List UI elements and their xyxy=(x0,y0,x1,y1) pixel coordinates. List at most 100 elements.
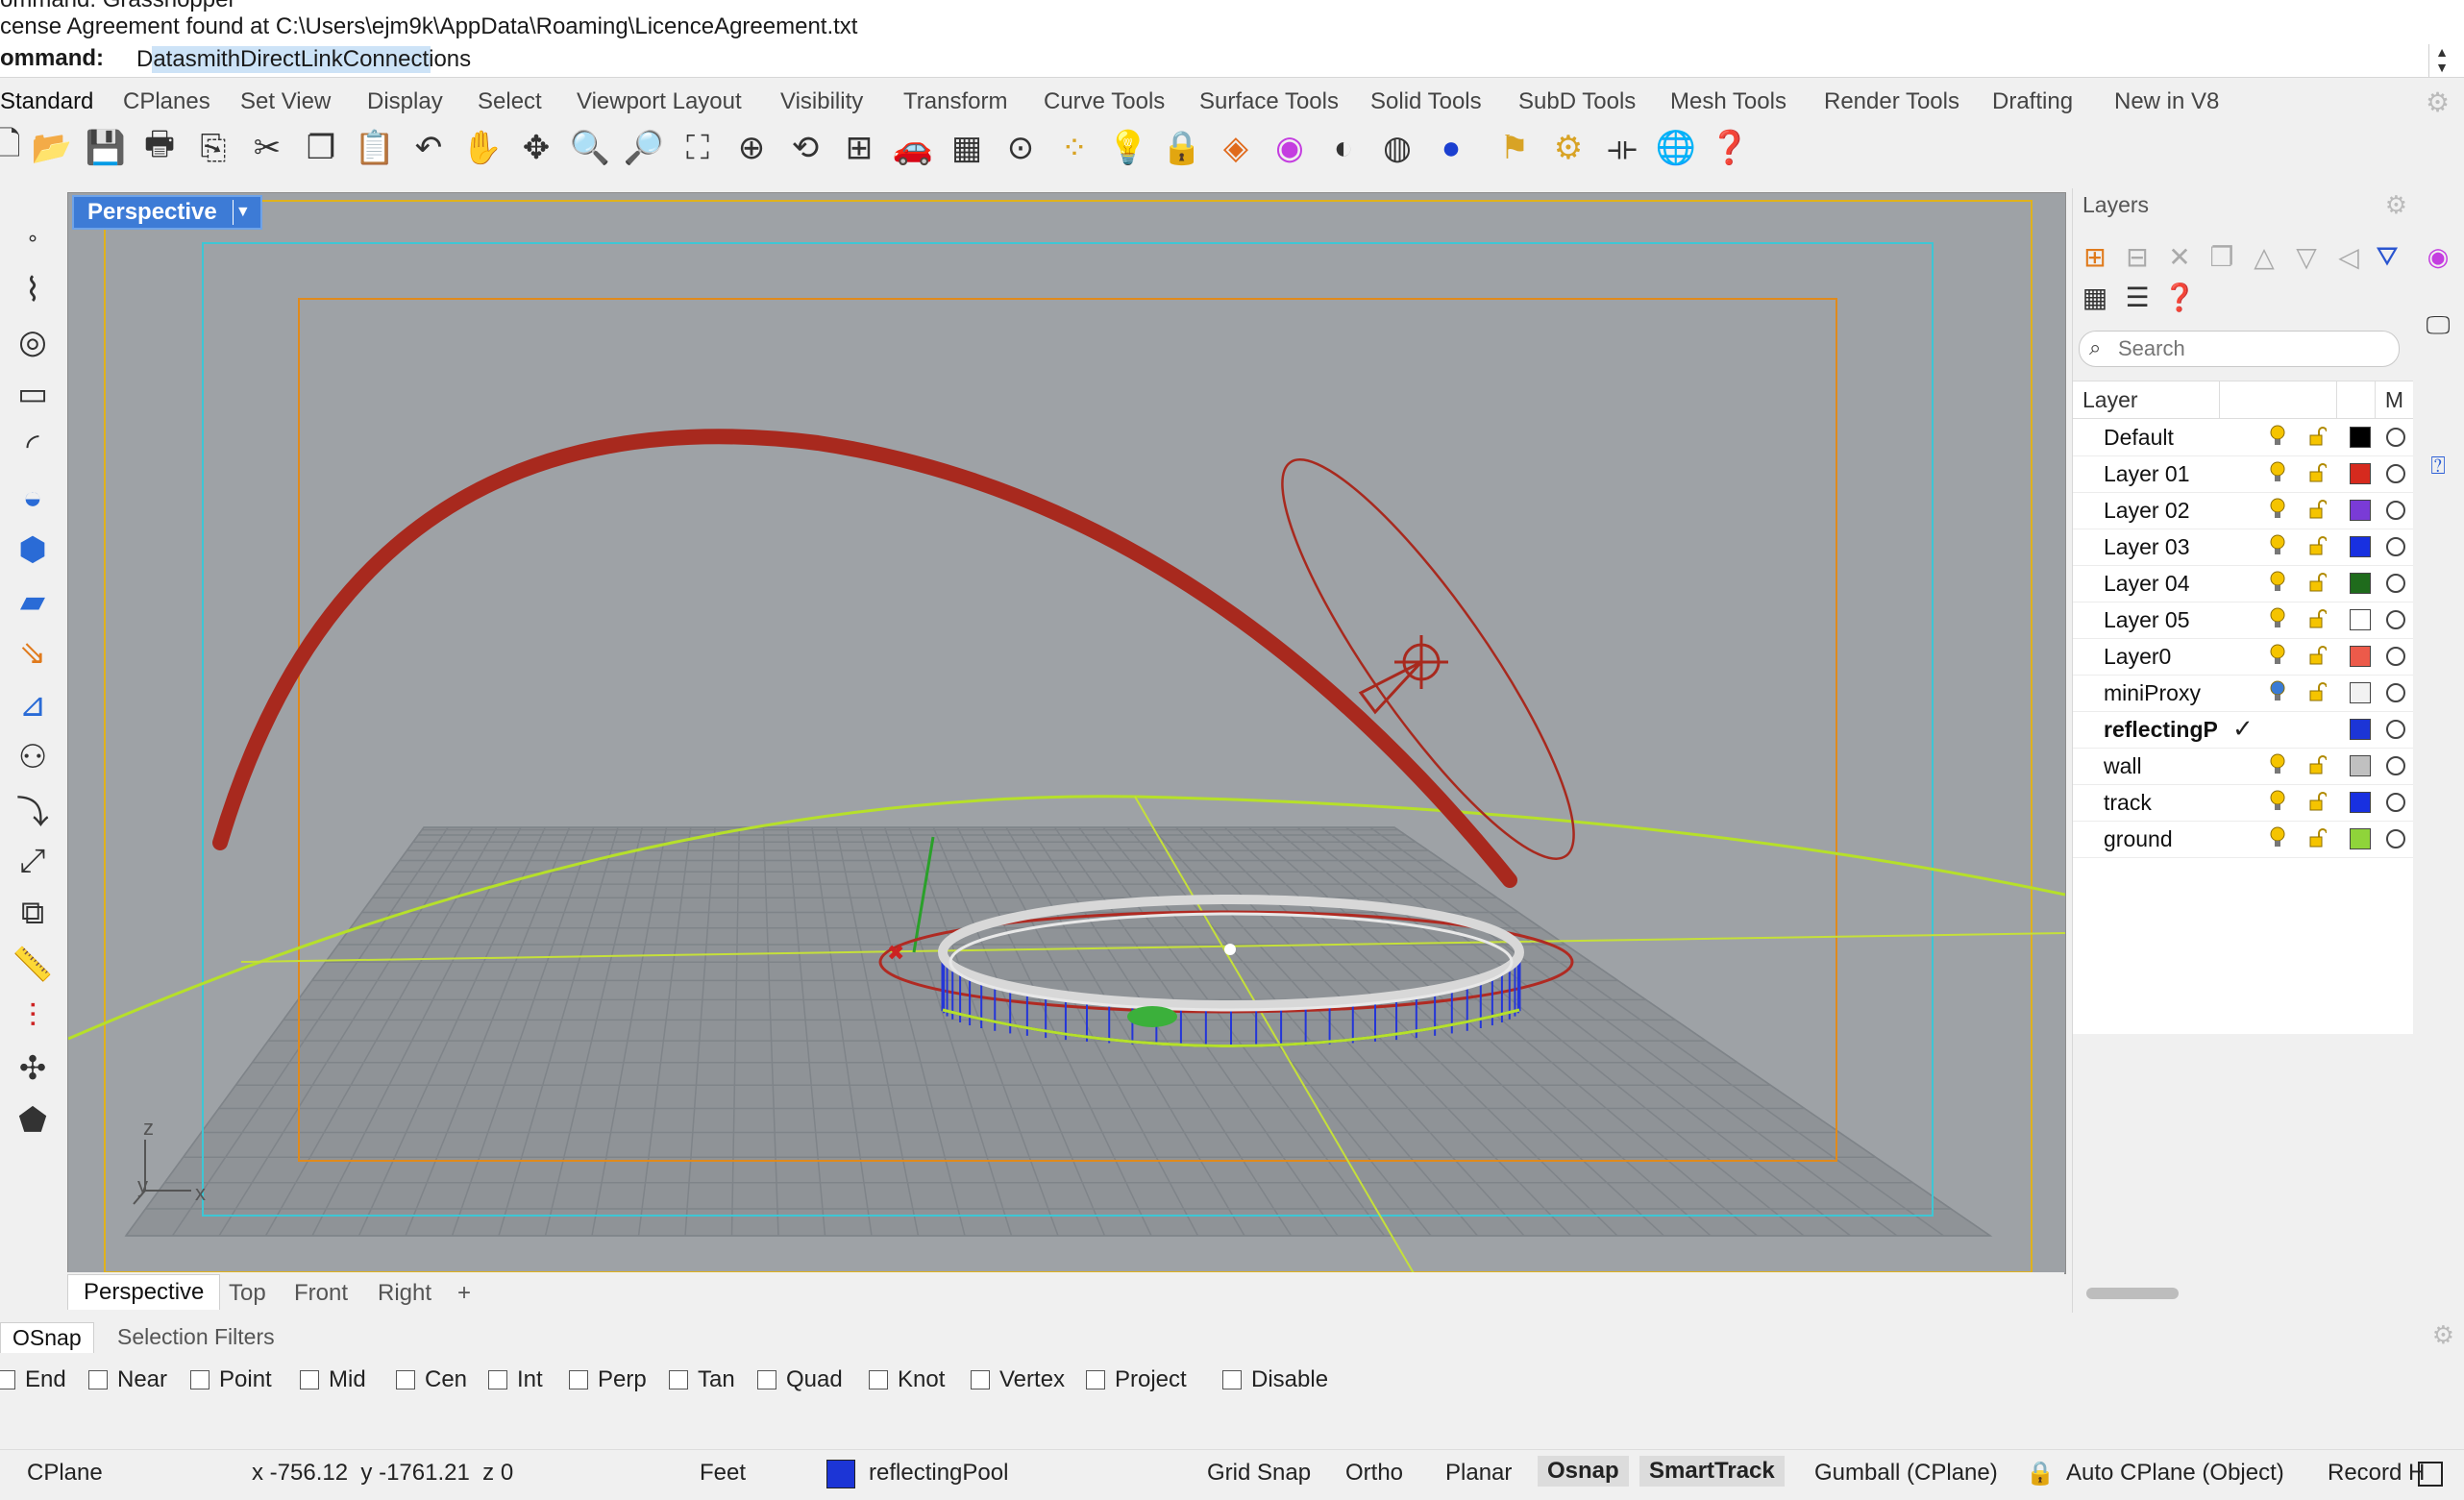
unlocked-icon[interactable] xyxy=(2309,572,2327,593)
light-bulb-icon[interactable] xyxy=(2269,425,2286,448)
print-icon[interactable]: 🖶 xyxy=(138,126,181,169)
new-sublayer-icon[interactable]: ⊟ xyxy=(2121,240,2154,273)
panel-toggle-icon[interactable] xyxy=(2418,1462,2443,1487)
tab-display[interactable]: Display xyxy=(367,88,443,115)
layer-material-icon[interactable] xyxy=(2386,428,2405,447)
color-wheel-icon[interactable]: ◉ xyxy=(1269,127,1311,169)
checkbox[interactable] xyxy=(88,1370,108,1389)
layer-row[interactable]: Layer 04 xyxy=(2073,565,2413,602)
checkbox[interactable] xyxy=(300,1370,319,1389)
paste-icon[interactable]: 📋 xyxy=(354,127,396,169)
layer-color-swatch[interactable] xyxy=(2350,573,2371,594)
dimension-icon[interactable]: ⟛ xyxy=(1601,127,1643,169)
layer-row[interactable]: Layer 01 xyxy=(2073,455,2413,493)
unlocked-icon[interactable] xyxy=(2309,608,2327,629)
light-bulb-icon[interactable] xyxy=(2269,461,2286,484)
help-panel-icon[interactable]: ⍰ xyxy=(2422,450,2454,482)
checkbox[interactable] xyxy=(869,1370,888,1389)
layer-column-header[interactable]: Layer xyxy=(2082,387,2138,413)
osnap-toggle[interactable]: Osnap xyxy=(1538,1456,1629,1487)
grid-snap-toggle[interactable]: Grid Snap xyxy=(1207,1460,1311,1487)
move-parent-icon[interactable]: ◁ xyxy=(2332,240,2365,273)
layer-row[interactable]: Layer 02 xyxy=(2073,492,2413,529)
layer-material-icon[interactable] xyxy=(2386,610,2405,629)
light-bulb-icon[interactable] xyxy=(2269,680,2286,703)
layer-color-swatch[interactable] xyxy=(2350,719,2371,740)
layer-material-icon[interactable] xyxy=(2386,793,2405,812)
tab-osnap[interactable]: OSnap xyxy=(0,1322,94,1353)
checkbox[interactable] xyxy=(971,1370,990,1389)
car-icon[interactable]: 🚗 xyxy=(892,127,934,169)
table-view-icon[interactable]: ▦ xyxy=(2079,281,2111,313)
layer-icon[interactable]: ◈ xyxy=(1215,127,1257,169)
surface-icon[interactable]: ◒ xyxy=(8,475,58,521)
trim-icon[interactable]: ⤵ xyxy=(8,786,58,832)
cplane-icon[interactable]: ⊙ xyxy=(999,127,1042,169)
layer-name[interactable]: Layer 02 xyxy=(2104,498,2190,524)
gear-icon[interactable]: ⚙ xyxy=(2385,190,2407,220)
layer-material-icon[interactable] xyxy=(2386,829,2405,848)
render-mesh-icon[interactable]: ⬟ xyxy=(8,1097,58,1143)
current-layer-label[interactable]: reflectingPool xyxy=(869,1460,1008,1487)
mesh-icon[interactable]: ▰ xyxy=(8,578,58,625)
layer-name[interactable]: reflectingP xyxy=(2104,717,2218,743)
layer-color-swatch[interactable] xyxy=(2350,463,2371,484)
zoom-selected-icon[interactable]: ⊕ xyxy=(730,127,773,169)
unlocked-icon[interactable] xyxy=(2309,645,2327,666)
wireframe-sphere-icon[interactable]: ◍ xyxy=(1376,127,1418,169)
gumball-icon[interactable]: ✣ xyxy=(8,1045,58,1092)
lock-icon[interactable]: 🔒 xyxy=(1161,127,1203,169)
horizontal-scrollbar[interactable] xyxy=(2086,1288,2179,1299)
unlocked-icon[interactable] xyxy=(2309,681,2327,702)
checkbox[interactable] xyxy=(757,1370,776,1389)
rectangle-icon[interactable]: ▭ xyxy=(8,371,58,417)
layer-name[interactable]: Layer 01 xyxy=(2104,461,2190,487)
current-layer-swatch[interactable] xyxy=(826,1460,855,1488)
transform-icon[interactable]: ⧉ xyxy=(8,890,58,936)
layer-color-swatch[interactable] xyxy=(2350,682,2371,703)
render-globe-icon[interactable]: 🌐 xyxy=(1655,127,1697,169)
light-icon[interactable]: 💡 xyxy=(1107,127,1149,169)
layer-row[interactable]: Layer 05 xyxy=(2073,602,2413,639)
layer-search[interactable]: ⌕ xyxy=(2079,331,2400,367)
solid-icon[interactable]: ⬢ xyxy=(8,527,58,573)
layer-name[interactable]: Layer0 xyxy=(2104,644,2171,670)
gear-icon[interactable]: ⚙ xyxy=(2432,1320,2454,1350)
tab-select[interactable]: Select xyxy=(478,88,542,115)
layer-name[interactable]: wall xyxy=(2104,753,2142,779)
layer-color-swatch[interactable] xyxy=(2350,646,2371,667)
ortho-toggle[interactable]: Ortho xyxy=(1345,1460,1403,1487)
viewport-layout-icon[interactable]: ⊞ xyxy=(838,127,880,169)
move-down-icon[interactable]: ▽ xyxy=(2290,240,2323,273)
light-bulb-icon[interactable] xyxy=(2269,644,2286,667)
tab-set-view[interactable]: Set View xyxy=(240,88,331,115)
record-history-toggle[interactable]: Record H xyxy=(2328,1460,2425,1487)
layer-row[interactable]: Layer 03 xyxy=(2073,529,2413,566)
checkbox[interactable] xyxy=(1222,1370,1242,1389)
circle-icon[interactable]: ◎ xyxy=(8,319,58,365)
zoom-extents-icon[interactable]: ⛶ xyxy=(677,127,719,169)
copy-icon[interactable]: ❐ xyxy=(300,127,342,169)
unlocked-icon[interactable] xyxy=(2309,462,2327,483)
auto-cplane-toggle[interactable]: Auto CPlane (Object) xyxy=(2066,1460,2284,1487)
move-icon[interactable]: ⤢ xyxy=(8,838,58,884)
layer-color-swatch[interactable] xyxy=(2350,792,2371,813)
layer-color-swatch[interactable] xyxy=(2350,828,2371,849)
cplane-indicator[interactable]: CPlane xyxy=(27,1460,103,1487)
tab-right[interactable]: Right xyxy=(378,1280,431,1307)
smarttrack-toggle[interactable]: SmartTrack xyxy=(1639,1456,1785,1487)
gumball-toggle[interactable]: Gumball (CPlane) xyxy=(1814,1460,1998,1487)
layer-row[interactable]: ground xyxy=(2073,821,2413,858)
layer-name[interactable]: Default xyxy=(2104,425,2174,451)
checkbox[interactable] xyxy=(669,1370,688,1389)
pan-hand-icon[interactable]: ✋ xyxy=(461,127,504,169)
help-icon[interactable]: ❓ xyxy=(1709,127,1751,169)
add-viewport-tab-icon[interactable]: + xyxy=(457,1280,471,1307)
snap-int[interactable]: Int xyxy=(488,1366,543,1393)
zoom-window-icon[interactable]: 🔎 xyxy=(623,127,665,169)
help-icon[interactable]: ❓ xyxy=(2163,281,2197,313)
light-bulb-icon[interactable] xyxy=(2269,607,2286,630)
tab-subd-tools[interactable]: SubD Tools xyxy=(1518,88,1636,115)
checkbox[interactable] xyxy=(0,1370,15,1389)
delete-layer-icon[interactable]: ✕ xyxy=(2163,240,2196,273)
